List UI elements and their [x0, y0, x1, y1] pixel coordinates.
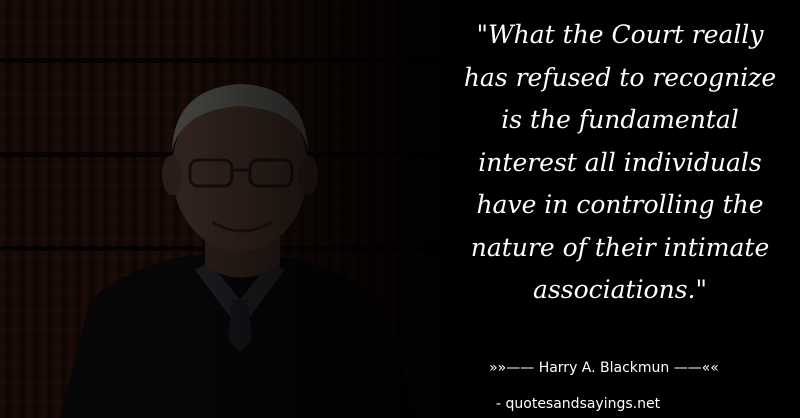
photo-dark-overlay [0, 0, 470, 418]
quote-card: "What the Court really has refused to re… [0, 0, 800, 418]
portrait-photo [0, 0, 470, 418]
author-attribution: »»—— Harry A. Blackmun ——«« [489, 360, 719, 376]
site-watermark: - quotesandsayings.net [496, 396, 661, 412]
quote-text: "What the Court really has refused to re… [463, 20, 777, 304]
